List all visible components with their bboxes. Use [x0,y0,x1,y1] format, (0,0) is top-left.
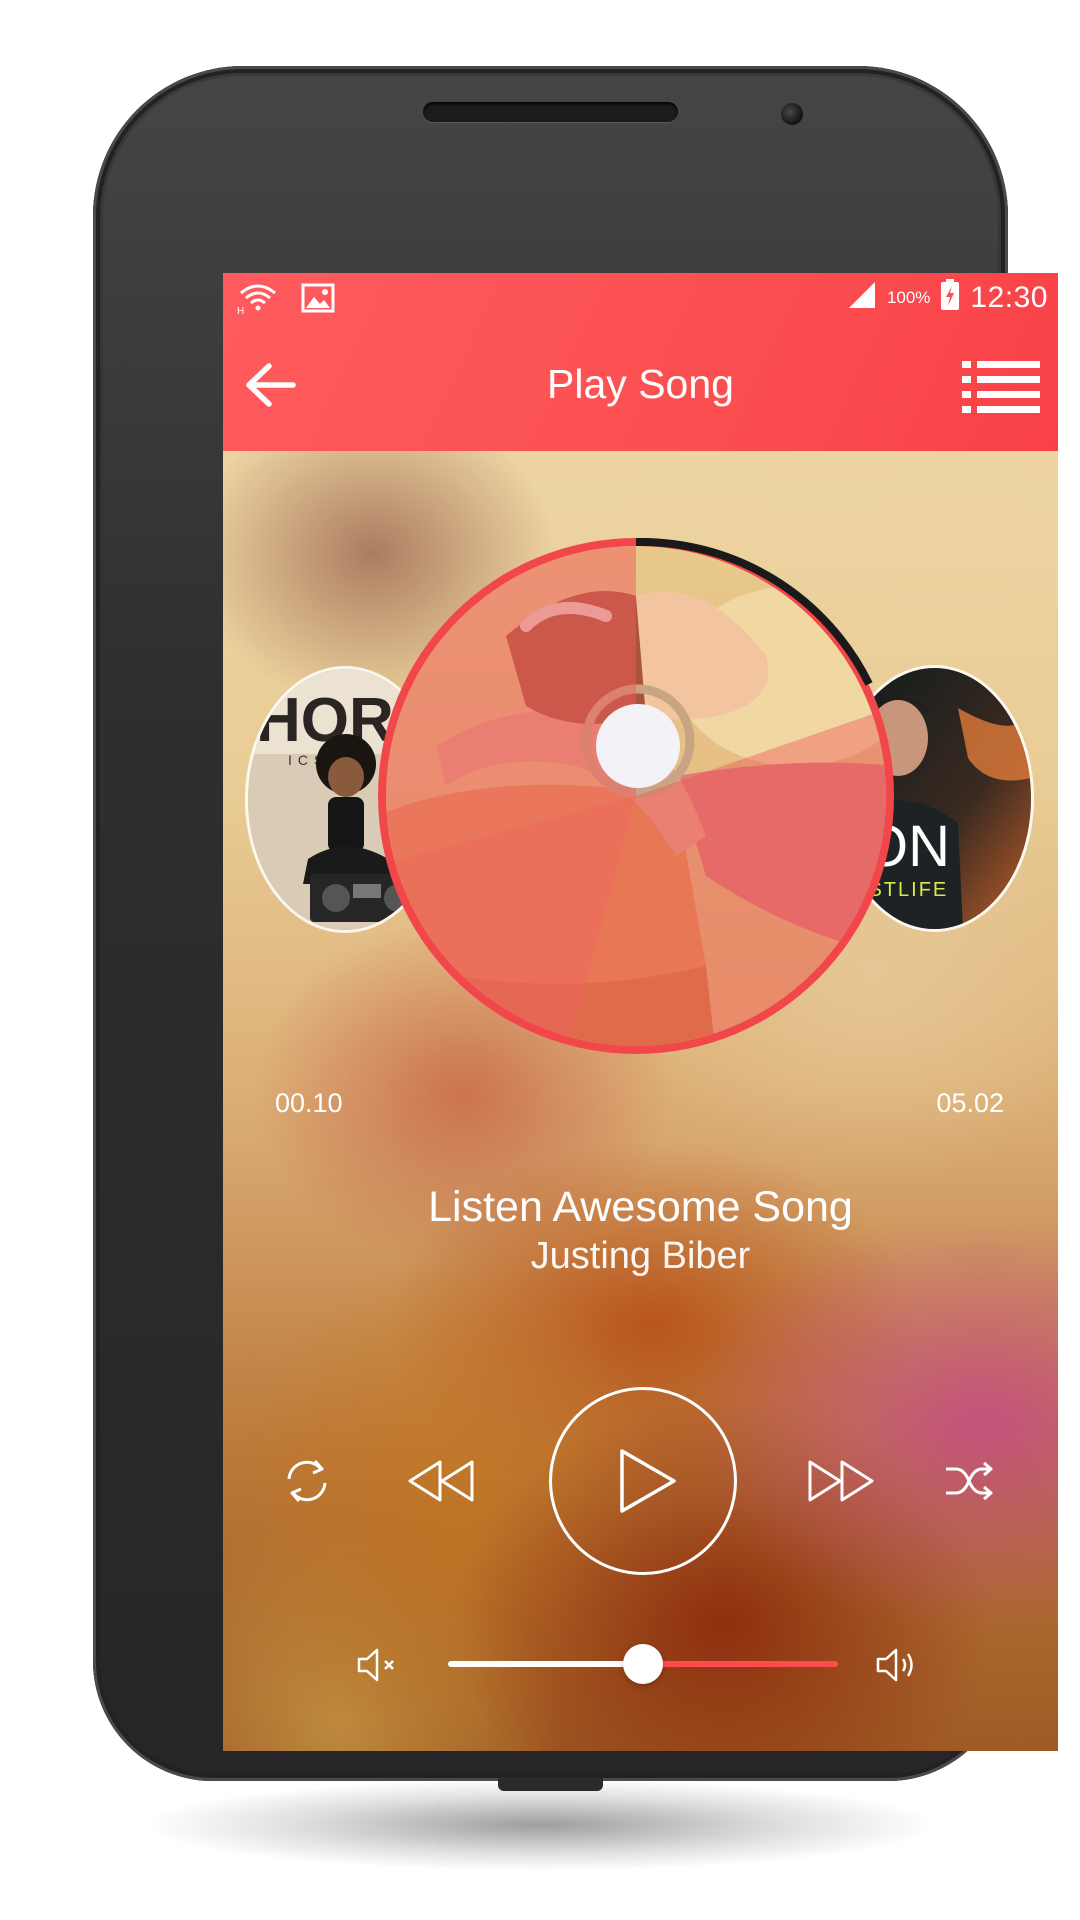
volume-up-button[interactable] [873,1641,923,1689]
current-album-disc[interactable] [376,536,896,1056]
volume-mute-icon [357,1648,394,1682]
volume-slider-handle[interactable] [623,1644,663,1684]
volume-slider-fill [448,1661,643,1667]
fast-forward-button[interactable] [801,1445,881,1517]
volume-slider[interactable] [448,1644,838,1684]
shuffle-icon [946,1461,993,1501]
wifi-h-icon: H [237,281,279,320]
status-bar: H 100% 12:30 [223,273,1058,325]
battery-charging-icon [940,279,960,316]
total-duration: 05.02 [936,1088,1004,1118]
shuffle-button[interactable] [933,1445,1005,1517]
status-time: 12:30 [970,280,1048,314]
image-notification-icon [301,283,335,318]
screen: H 100% 12:30 Play Song HOR ICS JON FASTL… [223,273,1058,1751]
app-bar: H 100% 12:30 Play Song [223,273,1058,451]
fast-forward-icon [808,1460,874,1502]
page-title: Play Song [547,361,734,407]
song-artist: Justing Biber [530,1235,751,1277]
play-button[interactable] [549,1387,737,1575]
repeat-icon [287,1460,327,1502]
top-speaker [423,102,678,122]
volume-up-icon [876,1648,913,1682]
front-camera [781,103,803,125]
volume-mute-button[interactable] [353,1643,403,1687]
battery-percent: 100% [886,287,931,307]
rewind-icon [408,1460,474,1502]
song-title: Listen Awesome Song [428,1183,853,1231]
usb-port [498,1777,603,1791]
signal-icon [847,280,877,315]
list-menu-icon [962,361,1040,413]
repeat-button[interactable] [271,1445,343,1517]
volume-slider-track [643,1661,838,1667]
device-shadow [150,1780,930,1870]
woman-with-headphones-art [378,537,894,1054]
elapsed-time: 00.10 [275,1088,343,1118]
playlist-menu-button[interactable] [962,357,1040,413]
phone-frame: H 100% 12:30 Play Song HOR ICS JON FASTL… [93,66,1058,1791]
rewind-button[interactable] [401,1445,481,1517]
svg-text:H: H [237,306,244,315]
play-icon [620,1449,676,1513]
